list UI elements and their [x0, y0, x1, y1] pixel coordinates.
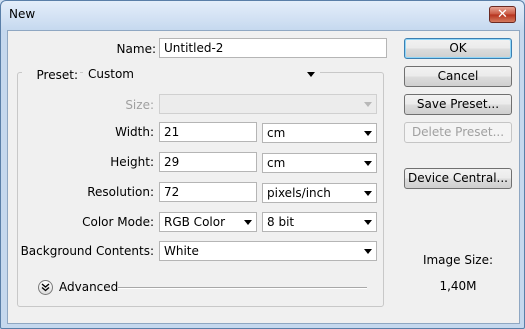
advanced-toggle[interactable]	[38, 280, 53, 295]
ok-button[interactable]: OK	[404, 38, 512, 59]
name-input[interactable]: Untitled-2	[159, 38, 387, 58]
chevron-down-icon	[364, 249, 372, 254]
chevron-down-icon	[364, 131, 372, 136]
close-button[interactable]: ✕	[489, 6, 516, 23]
width-unit-select[interactable]: cm	[262, 123, 377, 143]
chevron-down-icon	[244, 220, 252, 225]
advanced-label: Advanced	[59, 280, 119, 294]
preset-value: Custom	[88, 67, 134, 81]
height-label: Height:	[110, 155, 154, 169]
name-label: Name:	[116, 42, 156, 56]
preset-select[interactable]: Custom	[83, 64, 320, 84]
background-contents-label: Background Contents:	[20, 244, 154, 258]
resolution-input[interactable]: 72	[159, 182, 257, 202]
chevron-down-icon	[364, 220, 372, 225]
color-mode-select[interactable]: RGB Color	[159, 212, 257, 232]
double-chevron-down-icon	[41, 283, 50, 292]
resolution-label: Resolution:	[87, 185, 154, 199]
height-unit-value: cm	[267, 156, 286, 170]
preset-label: Preset:	[22, 68, 80, 82]
chevron-down-icon	[364, 102, 372, 107]
width-unit-value: cm	[267, 126, 286, 140]
window-title: New	[9, 7, 36, 21]
size-label: Size:	[125, 98, 154, 112]
width-label: Width:	[115, 125, 154, 139]
color-mode-value: RGB Color	[164, 215, 226, 229]
dialog-window: New ✕ Name: Untitled-2 Preset: Custom Si…	[0, 0, 525, 329]
dialog-body: Name: Untitled-2 Preset: Custom Size: Wi…	[7, 30, 520, 324]
color-mode-label: Color Mode:	[82, 215, 154, 229]
bit-depth-value: 8 bit	[267, 215, 295, 229]
cancel-button[interactable]: Cancel	[404, 66, 512, 87]
image-size-label: Image Size:	[422, 253, 494, 267]
resolution-unit-value: pixels/inch	[267, 186, 331, 200]
save-preset-button[interactable]: Save Preset...	[404, 94, 512, 115]
background-contents-select[interactable]: White	[159, 241, 377, 261]
image-size-value: 1,40M	[439, 279, 477, 293]
delete-preset-button[interactable]: Delete Preset...	[404, 122, 512, 143]
width-input[interactable]: 21	[159, 122, 257, 142]
chevron-down-icon	[364, 191, 372, 196]
chevron-down-icon	[307, 72, 315, 77]
bit-depth-select[interactable]: 8 bit	[262, 212, 377, 232]
device-central-button[interactable]: Device Central...	[404, 168, 512, 189]
size-select[interactable]	[159, 94, 377, 114]
close-icon: ✕	[497, 7, 508, 22]
chevron-down-icon	[364, 161, 372, 166]
advanced-divider	[118, 287, 367, 289]
background-contents-value: White	[164, 244, 199, 258]
height-unit-select[interactable]: cm	[262, 153, 377, 173]
resolution-unit-select[interactable]: pixels/inch	[262, 183, 377, 203]
height-input[interactable]: 29	[159, 152, 257, 172]
